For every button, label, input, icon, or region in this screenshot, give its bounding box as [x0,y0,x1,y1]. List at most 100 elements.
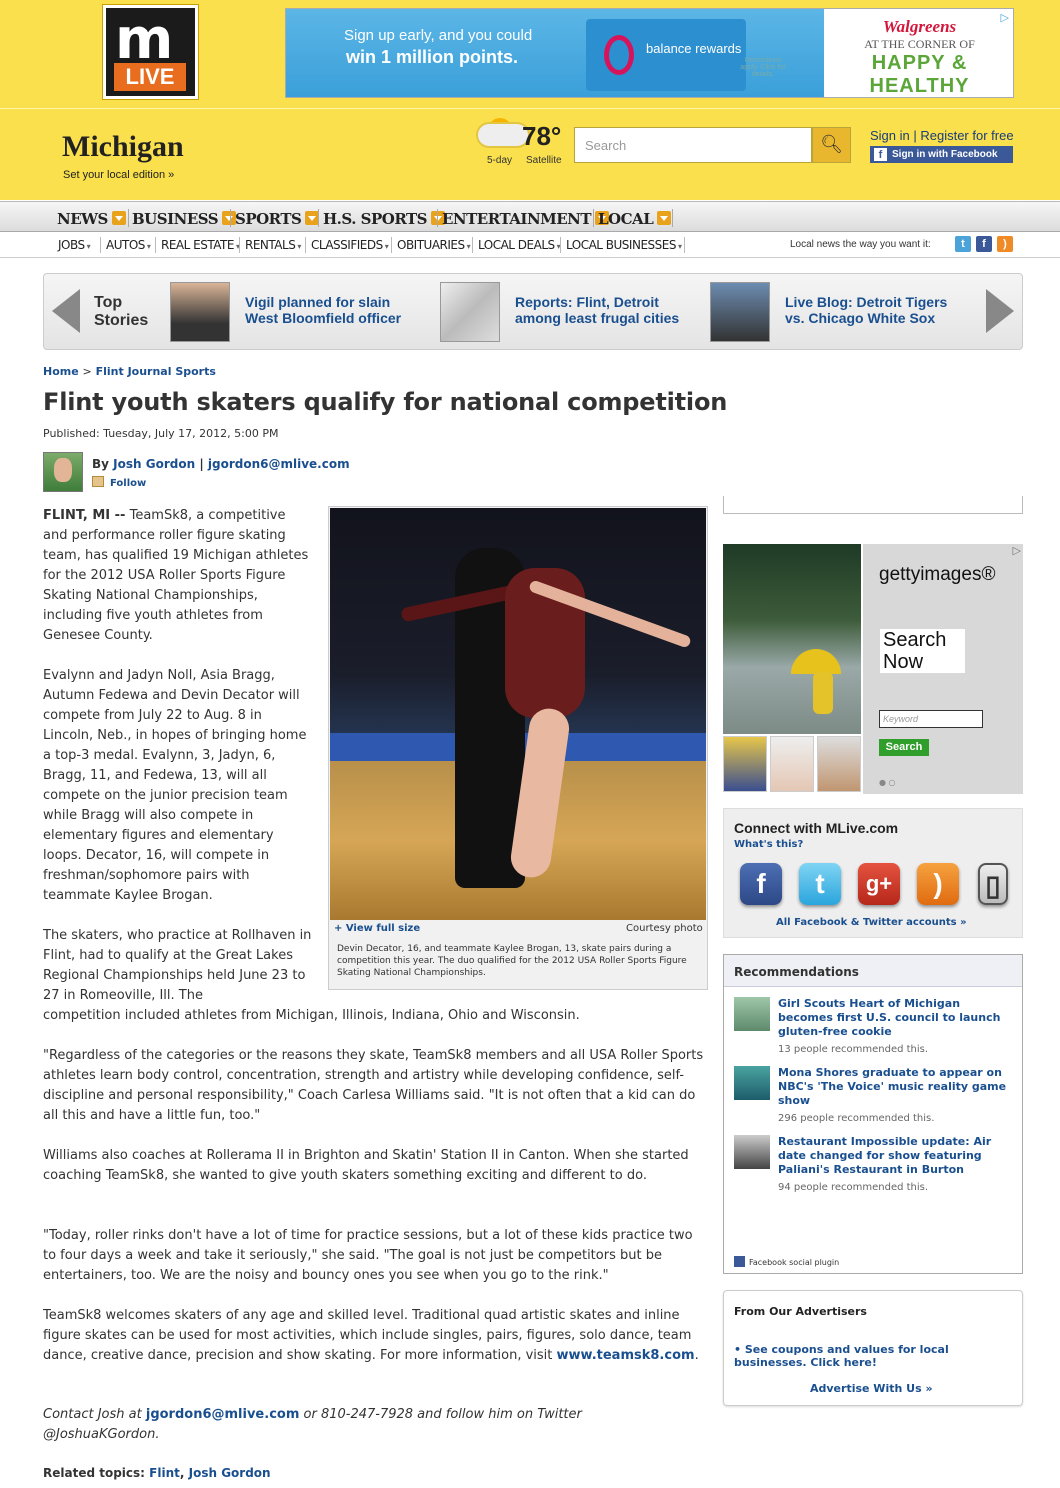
article-paragraph: FLINT, MI -- TeamSk8, a competitive and … [43,506,313,646]
search-input[interactable]: Search [574,127,812,163]
dropdown-icon[interactable] [111,211,126,225]
photo-caption: Devin Decator, 16, and teammate Kaylee B… [337,944,687,978]
adchoices-icon[interactable]: ▷ [1001,11,1009,24]
facebook-icon[interactable]: f [740,863,782,905]
rec-thumbnail[interactable] [734,1135,770,1169]
story-thumbnail[interactable] [710,282,770,342]
google-plus-icon[interactable]: g+ [858,863,900,905]
state-title[interactable]: Michigan [62,130,184,164]
rss-icon[interactable]: ) [997,236,1013,252]
author-avatar[interactable] [43,452,83,492]
author-email-link[interactable]: jgordon6@mlive.com [208,457,350,471]
rec-link[interactable]: Restaurant Impossible update: Air date c… [778,1135,1008,1177]
related-topic-link[interactable]: Josh Gordon [189,1466,271,1480]
facebook-icon[interactable]: f [976,236,992,252]
top-story-link[interactable]: Live Blog: Detroit Tigers vs. Chicago Wh… [785,294,970,326]
top-story-link[interactable]: Vigil planned for slain West Bloomfield … [245,294,425,326]
ad-tagline2: HAPPY & HEALTHY [869,52,970,97]
follow-label: Follow [110,478,147,489]
rec-link[interactable]: Girl Scouts Heart of Michigan becomes fi… [778,997,1008,1039]
nav-entertainment[interactable]: ENTERTAINMENT [442,210,610,228]
nav-divider [391,237,392,253]
five-day-link[interactable]: 5-day [487,155,512,166]
nav-divider [684,237,685,253]
nav-hs-sports[interactable]: H.S. SPORTS [323,210,446,228]
advertise-link[interactable]: Advertise With Us » [810,1382,933,1395]
view-full-size-link[interactable]: + View full size [334,923,420,934]
sign-in-register-link[interactable]: Sign in | Register for free [870,128,1014,143]
nav2-local-businesses[interactable]: LOCAL BUSINESSES [566,238,682,252]
rec-thumbnail[interactable] [734,997,770,1031]
nav2-autos[interactable]: AUTOS [106,238,150,252]
carousel-dots-icon[interactable]: ● ○ [879,778,896,787]
recommendations-title: Recommendations [724,955,1022,987]
twitter-icon[interactable]: t [799,863,841,905]
rec-thumbnail[interactable] [734,1066,770,1100]
story-thumbnail[interactable] [170,282,230,342]
all-accounts-link[interactable]: All Facebook & Twitter accounts » [776,917,967,928]
related-topics: Related topics: Flint, Josh Gordon [43,1466,271,1480]
related-topic-link[interactable]: Flint [149,1466,180,1480]
article-paragraph: TeamSk8 welcomes skaters of any age and … [43,1308,699,1363]
whats-this-link[interactable]: What's this? [734,839,803,850]
story-thumbnail[interactable] [440,282,500,342]
facebook-sign-in-button[interactable]: f Sign in with Facebook [870,146,1013,163]
ad-thumbnail [817,736,861,792]
ad-thumbnail [723,736,767,792]
ad-card: balance rewards [586,19,746,91]
keyword-input[interactable]: Keyword [879,710,983,728]
set-local-edition-link[interactable]: Set your local edition » [63,169,174,181]
dropdown-icon[interactable] [657,211,672,225]
logo-m: m [115,7,173,72]
nav-sports[interactable]: SPORTS [235,210,320,228]
mobile-icon[interactable]: ▯ [978,863,1008,905]
coupons-link[interactable]: • See coupons and values for local busin… [734,1343,1004,1369]
getty-images-ad[interactable]: gettyimages® Search Now Keyword Search ●… [723,544,1023,794]
breadcrumb-home[interactable]: Home [43,365,79,378]
top-story-link[interactable]: Reports: Flint, Detroit among least frug… [515,294,690,326]
nav-local[interactable]: LOCAL [598,210,672,228]
teamsk8-link[interactable]: www.teamsk8.com [557,1348,695,1363]
nav-divider [230,209,231,227]
satellite-link[interactable]: Satellite [526,155,562,166]
search-button[interactable]: 🔍︎ [812,127,851,163]
byline: By Josh Gordon | jgordon6@mlive.com [92,457,350,471]
rec-link[interactable]: Mona Shores graduate to appear on NBC's … [778,1066,1008,1108]
nav2-real-estate[interactable]: REAL ESTATE [161,238,239,252]
contact-email-link[interactable]: jgordon6@mlive.com [146,1407,300,1422]
next-arrow-icon[interactable] [986,289,1014,333]
previous-arrow-icon[interactable] [52,289,80,333]
nav-divider [305,237,306,253]
byline-prefix: By [92,457,109,471]
ad-line2: win 1 million points. [346,47,519,67]
nav2-rentals[interactable]: RENTALS [245,238,301,252]
nav2-obituaries[interactable]: OBITUARIES [397,238,470,252]
connect-title: Connect with MLive.com [734,820,899,836]
contact-prefix: Contact Josh at [43,1407,142,1422]
mlive-logo[interactable]: m LIVE [103,5,198,99]
rss-icon[interactable]: ) [917,863,959,905]
article-paragraph: "Today, roller rinks don't have a lot of… [43,1228,693,1283]
related-label: Related topics: [43,1466,145,1480]
article-paragraph: competition included athletes from Michi… [43,1008,580,1023]
nav2-local-deals[interactable]: LOCAL DEALS [478,238,560,252]
weather-widget[interactable]: 78° 5-day Satellite [470,118,570,170]
nav2-classifieds[interactable]: CLASSIFIEDS [311,238,388,252]
adchoices-icon[interactable]: ▷ [1013,544,1021,557]
twitter-icon[interactable]: t [955,236,971,252]
nav-business[interactable]: BUSINESS [132,210,237,228]
article-photo [328,506,708,990]
author-link[interactable]: Josh Gordon [113,457,195,471]
follow-button[interactable]: Follow [92,476,146,489]
nav-divider [560,237,561,253]
breadcrumb-section[interactable]: Flint Journal Sports [96,365,216,378]
getty-search-button[interactable]: Search [879,739,929,756]
nav-news[interactable]: NEWS [57,210,126,228]
nav2-jobs[interactable]: JOBS [58,238,90,252]
local-news-text: Local news the way you want it: [790,239,931,250]
nav-divider [100,237,101,253]
banner-ad[interactable]: Sign up early, and you could win 1 milli… [285,8,1014,98]
ad-tagline1: AT THE CORNER OF [864,37,975,51]
photo-credit: Courtesy photo [626,923,703,934]
skaters-image[interactable] [330,508,706,920]
